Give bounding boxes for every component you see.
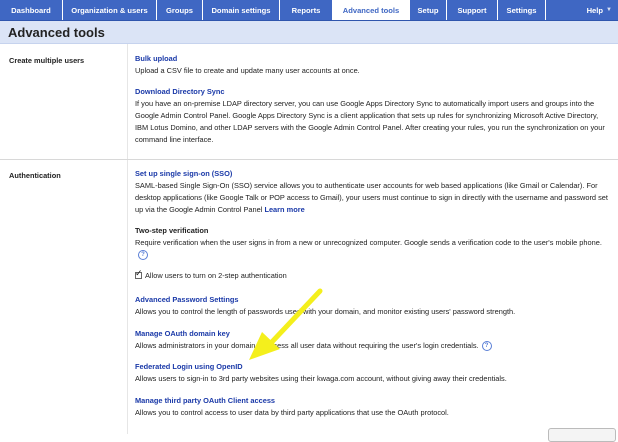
oauth-key-link[interactable]: Manage OAuth domain key [135,328,609,340]
two-step-checkbox-row[interactable]: ✓ Allow users to turn on 2-step authenti… [135,268,287,280]
two-step-checkbox-label: Allow users to turn on 2-step authentica… [145,271,287,280]
learn-more-link[interactable]: Learn more [264,205,304,214]
sso-item: Set up single sign-on (SSO) SAML-based S… [135,168,609,216]
section-label-create-users: Create multiple users [9,56,85,65]
sso-link[interactable]: Set up single sign-on (SSO) [135,168,609,180]
two-step-checkbox[interactable]: ✓ [135,268,143,279]
info-icon[interactable]: ? [138,250,148,261]
bulk-upload-item: Bulk upload Upload a CSV file to create … [135,53,609,77]
help-label: Help [586,5,604,15]
oauth-client-description: Allows you to control access to user dat… [135,408,449,417]
bulk-upload-description: Upload a CSV file to create and update m… [135,66,360,75]
openid-description: Allows users to sign-in to 3rd party web… [135,374,507,383]
tab-groups[interactable]: Groups [157,0,203,20]
sso-description-text: SAML-based Single Sign-On (SSO) service … [135,181,608,214]
directory-sync-item: Download Directory Sync If you have an o… [135,86,609,146]
tab-advanced-tools[interactable]: Advanced tools [333,0,410,20]
password-settings-link[interactable]: Advanced Password Settings [135,294,609,306]
oauth-key-description-text: Allows administrators in your domain to … [135,341,479,350]
password-settings-description: Allows you to control the length of pass… [135,307,516,316]
help-menu[interactable]: Help ▼ [546,0,618,20]
bulk-upload-link[interactable]: Bulk upload [135,53,609,65]
two-step-description: Require verification when the user signs… [135,237,609,261]
two-step-title: Two-step verification [135,226,209,235]
sso-description: SAML-based Single Sign-On (SSO) service … [135,180,609,216]
tab-support[interactable]: Support [447,0,498,20]
column-divider [127,44,128,434]
page-title: Advanced tools [8,25,105,40]
openid-item: Federated Login using OpenID Allows user… [135,361,609,385]
two-step-description-text: Require verification when the user signs… [135,238,602,247]
openid-link[interactable]: Federated Login using OpenID [135,361,609,373]
tab-domain-settings[interactable]: Domain settings [203,0,280,20]
oauth-client-item: Manage third party OAuth Client access A… [135,395,609,419]
oauth-key-description: Allows administrators in your domain to … [135,340,609,352]
two-step-item: Two-step verification Require verificati… [135,225,609,261]
password-settings-item: Advanced Password Settings Allows you to… [135,294,609,318]
directory-sync-description: If you have an on-premise LDAP directory… [135,99,605,144]
tab-settings[interactable]: Settings [498,0,546,20]
info-icon[interactable]: ? [481,341,492,352]
tab-setup[interactable]: Setup [410,0,447,20]
checkmark-icon: ✓ [135,268,143,278]
tab-organization-users[interactable]: Organization & users [63,0,157,20]
feedback-box[interactable] [548,428,616,442]
top-nav: Dashboard Organization & users Groups Do… [0,0,618,21]
section-divider [0,159,618,160]
directory-sync-link[interactable]: Download Directory Sync [135,86,609,98]
tab-dashboard[interactable]: Dashboard [0,0,63,20]
section-label-authentication: Authentication [9,171,61,180]
chevron-down-icon: ▼ [606,7,612,13]
page-header: Advanced tools [0,21,618,44]
tab-reports[interactable]: Reports [280,0,333,20]
oauth-client-link[interactable]: Manage third party OAuth Client access [135,395,609,407]
oauth-key-item: Manage OAuth domain key Allows administr… [135,328,609,352]
